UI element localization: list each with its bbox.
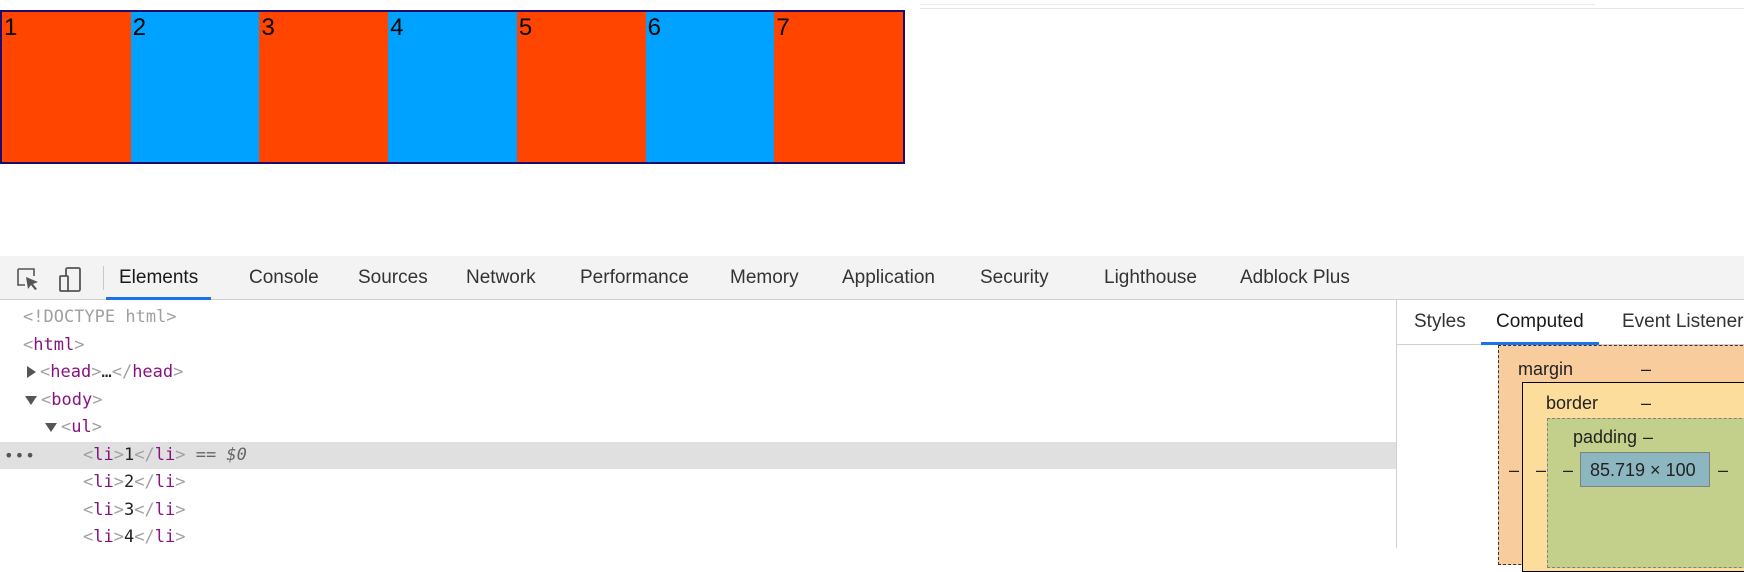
list-item-6: 6 [645,12,775,162]
li-close-tag-name: li [154,500,176,520]
list-item-4: 4 [388,12,517,162]
li-close-tag-name: li [154,445,176,465]
content-size[interactable]: 85.719 × 100 [1590,460,1696,481]
margin-label: margin [1518,359,1574,379]
tab-security[interactable]: Security [980,256,1049,299]
list-item-1: 1 [2,12,131,162]
tab-memory[interactable]: Memory [730,256,799,299]
tab-performance[interactable]: Performance [580,256,689,299]
tab-event-listeners[interactable]: Event Listeners [1622,300,1744,344]
head-tag-name: head [50,362,92,382]
devtools-tabbar: Elements Console Sources Network Perform… [0,256,1744,300]
border-value[interactable]: – [1641,393,1651,414]
devtools-panel: Elements Console Sources Network Perform… [0,256,1744,548]
tab-console[interactable]: Console [249,256,319,299]
margin-left-value[interactable]: – [1509,460,1519,481]
divider-line [920,8,1744,9]
html-tag-name: html [33,335,75,355]
list-item-7: 7 [774,12,904,162]
head-ellipsis: … [101,362,112,382]
head-close-tag-name: head [132,362,174,382]
padding-value[interactable]: – [1643,427,1653,448]
li-close-tag-name: li [154,472,176,492]
tab-adblock-plus[interactable]: Adblock Plus [1240,256,1350,299]
ul-tag-name: ul [71,417,92,437]
dom-node-body[interactable]: <body> [0,387,1396,414]
dom-node-ul[interactable]: <ul> [0,414,1396,441]
dom-node-doctype[interactable]: <!DOCTYPE html> [0,304,1396,331]
page-viewport: 1 2 3 4 5 6 7 [0,0,1744,256]
dom-node-html[interactable]: <html> [0,332,1396,359]
more-options-icon[interactable]: ••• [4,442,36,469]
toolbar-separator [103,266,104,290]
li-close-tag-name: li [154,527,176,547]
dom-node-li[interactable]: <li>4</li> [0,524,1396,548]
li-text: 1 [123,445,135,465]
scrollbar-track [920,0,1595,5]
device-toolbar-icon[interactable] [58,266,84,292]
border-left-value[interactable]: – [1536,460,1546,481]
list-item-5: 5 [516,12,646,162]
sidebar-tabbar: Styles Computed Event Listeners [1397,300,1744,345]
li-tag-name: li [93,445,114,465]
tab-network[interactable]: Network [466,256,536,299]
padding-right-value[interactable]: – [1718,460,1728,481]
list-item-3: 3 [259,12,389,162]
tab-styles[interactable]: Styles [1414,300,1466,344]
inspect-element-icon[interactable] [15,266,41,292]
tab-elements[interactable]: Elements [106,256,212,300]
padding-left-value[interactable]: – [1563,460,1573,481]
collapse-arrow-icon[interactable] [25,395,37,405]
li-text: 3 [123,500,135,520]
doctype-text: <!DOCTYPE html> [23,307,177,327]
li-tag-name: li [93,472,114,492]
list-item-2: 2 [130,12,260,162]
tab-application[interactable]: Application [842,256,935,299]
demo-list: 1 2 3 4 5 6 7 [0,10,905,164]
dom-node-head[interactable]: <head>…</head> [0,359,1396,386]
body-tag-name: body [51,390,93,410]
tab-sources[interactable]: Sources [358,256,428,299]
expand-arrow-icon[interactable] [27,366,36,378]
dom-node-li[interactable]: <li>3</li> [0,497,1396,524]
tab-lighthouse[interactable]: Lighthouse [1104,256,1197,299]
tab-computed[interactable]: Computed [1481,300,1599,345]
collapse-arrow-icon[interactable] [45,422,57,432]
padding-label: padding [1573,427,1638,447]
li-tag-name: li [93,500,114,520]
selected-node-hint: == $0 [195,445,247,465]
margin-value[interactable]: – [1641,359,1651,380]
li-text: 2 [123,472,135,492]
dom-node-li[interactable]: <li>2</li> [0,469,1396,496]
border-label: border [1546,393,1599,413]
dom-node-li-selected[interactable]: ••• <li>1</li> == $0 [0,442,1396,469]
li-tag-name: li [93,527,114,547]
dom-tree: <!DOCTYPE html> <html> <head>…</head> <b… [0,300,1396,548]
li-text: 4 [123,527,135,547]
